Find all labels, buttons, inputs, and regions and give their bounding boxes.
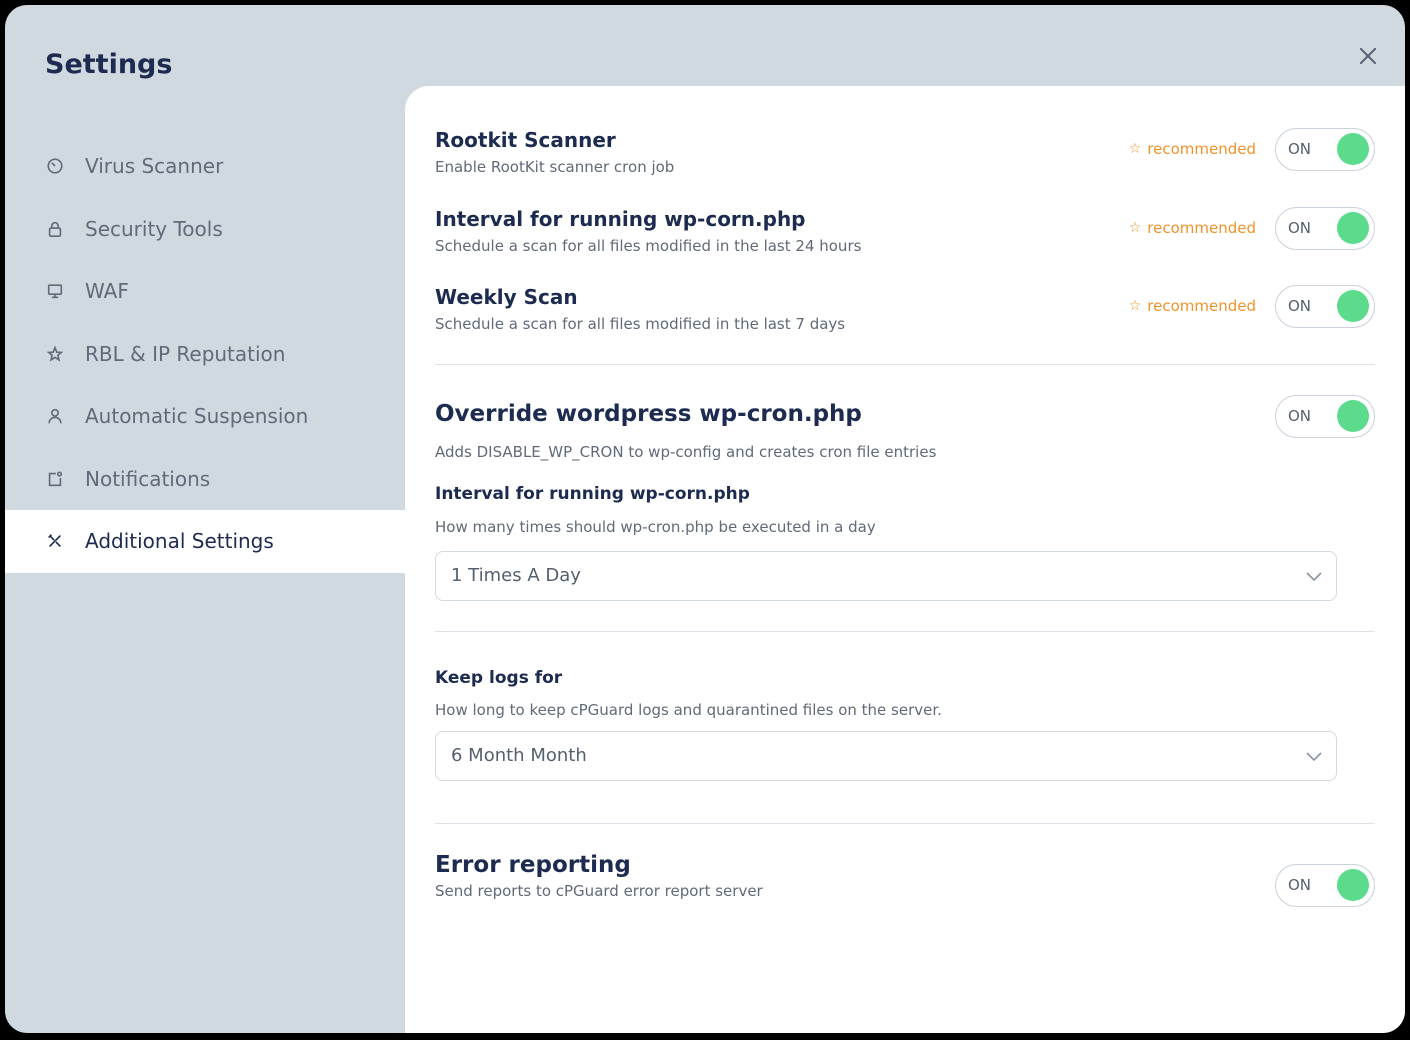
interval-description: How many times should wp-cron.php be exe… bbox=[435, 518, 876, 536]
monitor-icon bbox=[45, 281, 65, 301]
setting-description: Schedule a scan for all files modified i… bbox=[435, 315, 846, 333]
rootkit-scanner-toggle[interactable]: ON bbox=[1275, 128, 1375, 171]
dialog-title: Settings bbox=[45, 49, 173, 80]
rootkit-scanner-setting: Rootkit Scanner Enable RootKit scanner c… bbox=[435, 128, 1375, 188]
sidebar-item-additional-settings[interactable]: Additional Settings bbox=[5, 510, 405, 573]
divider bbox=[435, 364, 1375, 365]
recommended-label: recommended bbox=[1147, 219, 1256, 237]
divider bbox=[435, 631, 1375, 632]
close-icon[interactable] bbox=[1353, 41, 1383, 71]
recommended-badge: ☆ recommended bbox=[1129, 219, 1256, 237]
weekly-scan-setting: Weekly Scan Schedule a scan for all file… bbox=[435, 285, 1375, 345]
setting-description: Send reports to cPGuard error report ser… bbox=[435, 882, 763, 900]
sidebar-item-rbl-ip-reputation[interactable]: RBL & IP Reputation bbox=[5, 323, 405, 386]
user-icon bbox=[45, 406, 65, 426]
select-value: 6 Month Month bbox=[451, 745, 587, 766]
settings-dialog: Settings Virus Scanner Security Tools WA… bbox=[5, 5, 1405, 1033]
lock-icon bbox=[45, 219, 65, 239]
chevron-down-icon bbox=[1304, 746, 1324, 766]
sidebar-item-label: Notifications bbox=[85, 466, 211, 491]
star-icon: ☆ bbox=[1128, 220, 1142, 236]
setting-description: Enable RootKit scanner cron job bbox=[435, 158, 675, 176]
star-icon bbox=[45, 344, 65, 364]
error-reporting-setting: Error reporting Send reports to cPGuard … bbox=[435, 852, 1375, 912]
error-reporting-toggle[interactable]: ON bbox=[1275, 864, 1375, 907]
sidebar-item-label: Virus Scanner bbox=[85, 154, 224, 179]
sidebar: Virus Scanner Security Tools WAF RBL & I… bbox=[5, 135, 405, 573]
keep-logs-label: Keep logs for bbox=[435, 668, 563, 688]
toggle-label: ON bbox=[1288, 407, 1312, 425]
sidebar-item-label: Security Tools bbox=[85, 216, 223, 241]
keep-logs-select[interactable]: 6 Month Month bbox=[435, 731, 1337, 781]
setting-title: Override wordpress wp-cron.php bbox=[435, 401, 862, 427]
sidebar-item-label: RBL & IP Reputation bbox=[85, 341, 286, 366]
toggle-label: ON bbox=[1288, 219, 1312, 237]
divider bbox=[435, 823, 1375, 824]
sidebar-item-security-tools[interactable]: Security Tools bbox=[5, 198, 405, 261]
toggle-knob bbox=[1337, 869, 1369, 901]
setting-title: Error reporting bbox=[435, 852, 631, 878]
star-icon: ☆ bbox=[1128, 298, 1142, 314]
recommended-badge: ☆ recommended bbox=[1129, 140, 1256, 158]
weekly-scan-toggle[interactable]: ON bbox=[1275, 285, 1375, 328]
interval-label: Interval for running wp-corn.php bbox=[435, 484, 750, 504]
recommended-label: recommended bbox=[1147, 140, 1256, 158]
toggle-label: ON bbox=[1288, 140, 1312, 158]
setting-description: Schedule a scan for all files modified i… bbox=[435, 237, 862, 255]
interval-toggle[interactable]: ON bbox=[1275, 207, 1375, 250]
toggle-label: ON bbox=[1288, 297, 1312, 315]
override-description: Adds DISABLE_WP_CRON to wp-config and cr… bbox=[435, 443, 937, 461]
sidebar-item-waf[interactable]: WAF bbox=[5, 260, 405, 323]
sidebar-item-notifications[interactable]: Notifications bbox=[5, 448, 405, 511]
override-wp-cron-toggle[interactable]: ON bbox=[1275, 395, 1375, 438]
star-icon: ☆ bbox=[1128, 141, 1142, 157]
toggle-knob bbox=[1337, 133, 1369, 165]
toggle-knob bbox=[1337, 400, 1369, 432]
override-wp-cron-setting: Override wordpress wp-cron.php ON bbox=[435, 395, 1375, 439]
toggle-label: ON bbox=[1288, 876, 1312, 894]
chevron-down-icon bbox=[1304, 566, 1324, 586]
sidebar-item-virus-scanner[interactable]: Virus Scanner bbox=[5, 135, 405, 198]
gauge-icon bbox=[45, 156, 65, 176]
recommended-label: recommended bbox=[1147, 297, 1256, 315]
tools-icon bbox=[45, 531, 65, 551]
cron-interval-select[interactable]: 1 Times A Day bbox=[435, 551, 1337, 601]
notification-icon bbox=[45, 469, 65, 489]
toggle-knob bbox=[1337, 212, 1369, 244]
sidebar-item-automatic-suspension[interactable]: Automatic Suspension bbox=[5, 385, 405, 448]
settings-panel: Rootkit Scanner Enable RootKit scanner c… bbox=[405, 86, 1405, 1033]
recommended-badge: ☆ recommended bbox=[1129, 297, 1256, 315]
sidebar-item-label: WAF bbox=[85, 279, 129, 304]
sidebar-item-label: Automatic Suspension bbox=[85, 404, 309, 429]
select-value: 1 Times A Day bbox=[451, 565, 581, 586]
sidebar-item-label: Additional Settings bbox=[85, 529, 274, 554]
interval-setting: Interval for running wp-corn.php Schedul… bbox=[435, 207, 1375, 267]
keep-logs-description: How long to keep cPGuard logs and quaran… bbox=[435, 701, 942, 719]
toggle-knob bbox=[1337, 290, 1369, 322]
